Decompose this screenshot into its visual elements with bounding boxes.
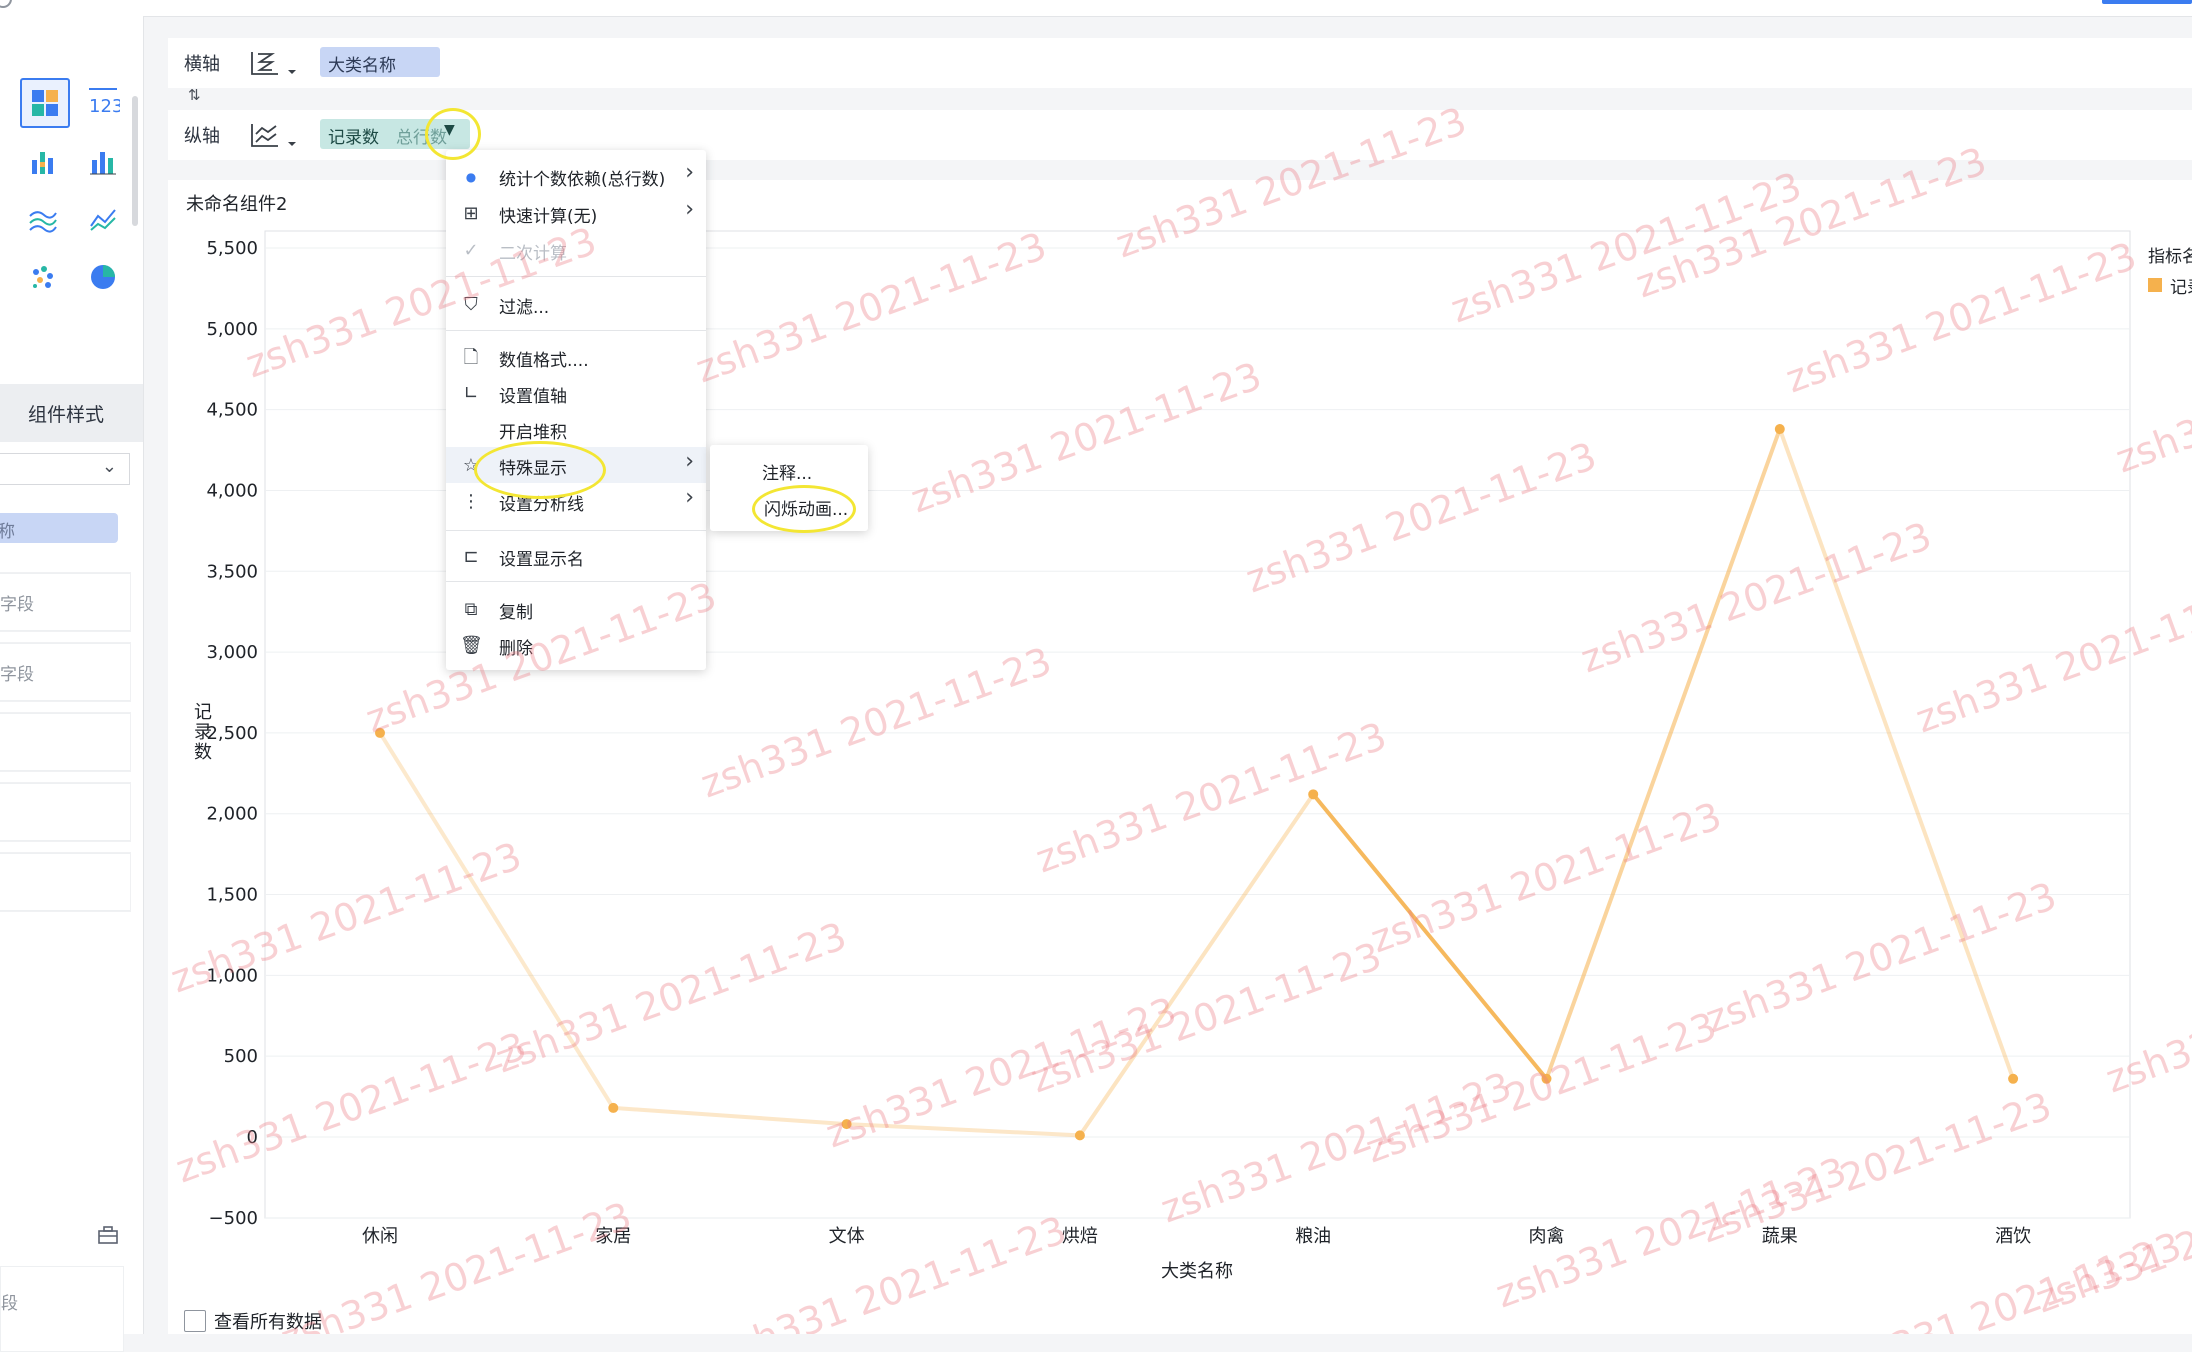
chevron-right-icon: ›	[685, 197, 694, 222]
y-tick-label: 0	[247, 1127, 258, 1148]
series-line-segment	[1777, 427, 2016, 1081]
chevron-right-icon: ›	[685, 449, 694, 474]
y-tick-label: 1,000	[206, 965, 258, 986]
view-all-label: 查看所有数据	[214, 1312, 322, 1333]
check-icon: ✓	[463, 240, 479, 261]
x-tick-label: 粮油	[1295, 1226, 1331, 1247]
series-line-segment	[844, 1122, 1082, 1138]
filter-icon: ⛉	[464, 294, 478, 315]
series-line-segment	[1077, 792, 1316, 1138]
data-point	[1074, 1130, 1085, 1141]
menu-item-label: 数值格式....	[499, 351, 589, 371]
menu-item-label: 统计个数依赖(总行数)	[499, 170, 666, 190]
menu-item-quick-calc[interactable]: ⊞ 快速计算(无) ›	[446, 195, 706, 231]
menu-item-display-name[interactable]: ⊏ 设置显示名	[446, 538, 706, 574]
y-tick-label: 2,000	[206, 804, 258, 825]
legend-item[interactable]: 记录数	[2170, 273, 2192, 298]
y-tick-label: 4,000	[206, 480, 258, 501]
menu-item-number-format[interactable]: 🗋 数值格式....	[446, 339, 706, 375]
view-all-checkbox[interactable]	[184, 1310, 206, 1332]
y-tick-label: 3,500	[206, 561, 258, 582]
rename-icon: ⊏	[463, 546, 479, 567]
y-tick-label: −500	[209, 1208, 258, 1229]
dot-icon: ●	[465, 170, 477, 184]
y-axis-title: 记录数	[194, 702, 212, 763]
menu-item-copy[interactable]: ⧉ 复制	[446, 591, 706, 627]
trash-icon: 🗑	[460, 635, 483, 656]
x-tick-label: 休闲	[362, 1226, 398, 1247]
data-point	[1774, 424, 1785, 435]
menu-item-secondary-calc: ✓ 二次计算	[446, 232, 706, 268]
x-axis-title: 大类名称	[1161, 1261, 1233, 1282]
legend-title: 指标名	[2148, 247, 2192, 267]
series-line-segment	[1311, 792, 1549, 1081]
menu-divider	[446, 330, 706, 331]
special-display-submenu: 注释... 闪烁动画...	[710, 445, 868, 531]
y-tick-label: 3,000	[206, 642, 258, 663]
menu-item-label: 复制	[499, 603, 533, 623]
menu-item-label: 删除	[499, 639, 533, 659]
data-point	[841, 1119, 852, 1130]
chevron-right-icon: ›	[685, 160, 694, 185]
menu-item-filter[interactable]: ⛉ 过滤...	[446, 286, 706, 322]
series-line-segment	[378, 730, 616, 1110]
y-tick-label: 500	[224, 1046, 258, 1067]
menu-item-label: 设置显示名	[499, 550, 584, 570]
y-tick-label: 5,500	[206, 238, 258, 259]
menu-item-analysis-line[interactable]: ⋮ 设置分析线 ›	[446, 483, 706, 519]
x-tick-label: 家居	[595, 1226, 631, 1247]
value-axis-icon: ∟	[463, 383, 479, 404]
data-point	[608, 1102, 619, 1113]
menu-item-label: 快速计算(无)	[499, 207, 598, 227]
line-chart: −500 0 500 1,000 1,500 2,000 2,500 3,000 3,500 4,…	[194, 230, 2131, 1282]
x-tick-label: 烘焙	[1062, 1226, 1098, 1247]
legend-swatch[interactable]	[2148, 278, 2162, 292]
x-tick-label: 文体	[829, 1226, 865, 1247]
menu-item-value-axis[interactable]: ∟ 设置值轴	[446, 375, 706, 411]
menu-divider	[446, 581, 706, 582]
number-format-icon: 🗋	[463, 347, 479, 368]
menu-item-count-basis[interactable]: ● 统计个数依赖(总行数) ›	[446, 158, 706, 194]
calculator-icon: ⊞	[463, 203, 479, 224]
series-line-segment	[1544, 427, 1782, 1081]
menu-item-label: 特殊显示	[499, 459, 567, 479]
menu-item-label: 过滤...	[499, 298, 550, 318]
star-icon: ☆	[462, 455, 480, 476]
menu-item-label: 二次计算	[499, 244, 567, 264]
data-point	[2008, 1073, 2019, 1084]
menu-item-label: 设置分析线	[499, 495, 584, 515]
context-menu: ● 统计个数依赖(总行数) › ⊞ 快速计算(无) › ✓ 二次计算 ⛉ 过滤.…	[446, 150, 706, 670]
menu-item-stacking[interactable]: 开启堆积	[446, 411, 706, 447]
x-tick-label: 肉禽	[1529, 1226, 1565, 1247]
analysis-line-icon: ⋮	[462, 491, 480, 512]
menu-divider	[446, 530, 706, 531]
copy-icon: ⧉	[464, 599, 478, 620]
series-line-segment	[611, 1105, 849, 1127]
submenu-item-flash-animation[interactable]: 闪烁动画...	[764, 495, 848, 520]
data-point	[375, 727, 385, 738]
menu-item-label: 开启堆积	[499, 423, 567, 443]
menu-item-label: 设置值轴	[499, 387, 567, 407]
submenu-item-annotation[interactable]: 注释...	[762, 459, 812, 484]
x-tick-label: 酒饮	[1995, 1226, 2031, 1247]
menu-item-special-display[interactable]: ☆ 特殊显示 ›	[446, 447, 706, 483]
chevron-right-icon: ›	[685, 485, 694, 510]
menu-divider	[446, 276, 706, 277]
y-tick-label: 4,500	[206, 400, 258, 421]
x-tick-label: 蔬果	[1762, 1226, 1798, 1247]
y-tick-label: 2,500	[206, 723, 258, 744]
menu-item-delete[interactable]: 🗑 删除	[446, 627, 706, 663]
y-tick-label: 5,000	[206, 319, 258, 340]
data-point	[1308, 789, 1319, 800]
y-tick-label: 1,500	[206, 885, 258, 906]
data-point	[1541, 1073, 1552, 1084]
